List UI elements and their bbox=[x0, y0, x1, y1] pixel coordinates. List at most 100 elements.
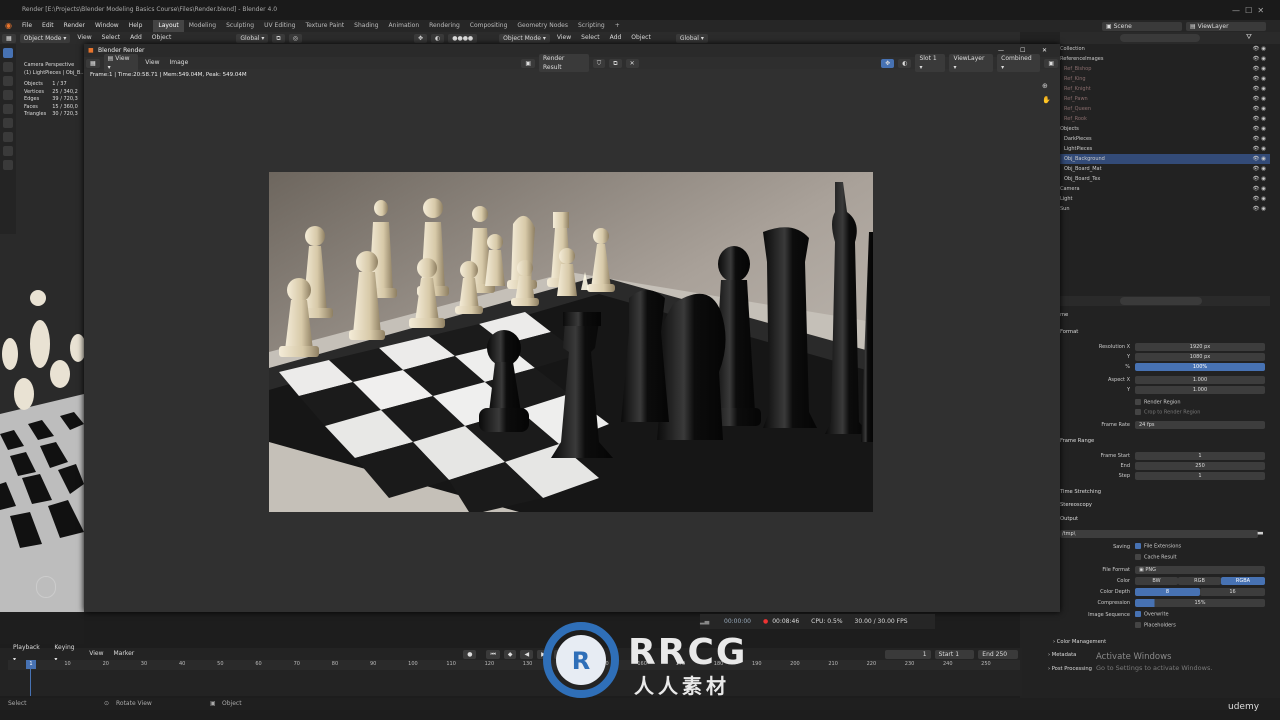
timeline-menu-view[interactable]: View bbox=[84, 648, 108, 660]
playhead[interactable]: 1 bbox=[26, 660, 36, 669]
visibility-toggle-icon[interactable]: 👁 ◉ bbox=[1252, 64, 1266, 74]
visibility-toggle-icon[interactable]: 👁 ◉ bbox=[1252, 134, 1266, 144]
image-name-field[interactable]: Render Result bbox=[539, 54, 589, 72]
transform-orientation-dropdown[interactable]: Global ▾ bbox=[236, 33, 269, 43]
visibility-toggle-icon[interactable]: 👁 ◉ bbox=[1252, 144, 1266, 154]
outliner-item[interactable]: Obj_Board_Tex 👁 ◉ bbox=[1060, 174, 1270, 184]
workspace-tab-compositing[interactable]: Compositing bbox=[465, 20, 513, 32]
frame-end-field[interactable]: 250 bbox=[1135, 462, 1265, 470]
visibility-toggle-icon[interactable]: 👁 ◉ bbox=[1252, 94, 1266, 104]
view-layer-dropdown[interactable]: ViewLayer ▾ bbox=[949, 54, 994, 72]
section-frame-range[interactable]: Frame Range bbox=[1060, 438, 1094, 444]
compression-slider[interactable]: 15% bbox=[1135, 599, 1265, 607]
section-post-processing[interactable]: › Post Processing bbox=[1048, 666, 1092, 672]
viewport2-menu-view[interactable]: View bbox=[552, 32, 576, 44]
color-rgba-button[interactable]: RGBA bbox=[1221, 577, 1265, 585]
zoom-icon[interactable]: ⊕ bbox=[1042, 82, 1048, 90]
menu-help[interactable]: Help bbox=[124, 20, 148, 32]
viewport-menu-object[interactable]: Object bbox=[147, 32, 177, 44]
visibility-toggle-icon[interactable]: 👁 ◉ bbox=[1252, 44, 1266, 54]
jump-keyframe-back-button[interactable]: ◆ bbox=[503, 649, 517, 659]
outliner-item[interactable]: Obj_Board_Mat 👁 ◉ bbox=[1060, 164, 1270, 174]
section-metadata[interactable]: › Metadata bbox=[1048, 652, 1076, 658]
outliner-item[interactable]: Light 👁 ◉ bbox=[1060, 194, 1270, 204]
visibility-toggle-icon[interactable]: 👁 ◉ bbox=[1252, 204, 1266, 214]
rotate-tool-icon[interactable] bbox=[3, 90, 13, 100]
window-controls[interactable]: — ☐ ✕ bbox=[1232, 6, 1264, 15]
scale-tool-icon[interactable] bbox=[3, 104, 13, 114]
transform-tool-icon[interactable] bbox=[3, 118, 13, 128]
viewport2-menu-add[interactable]: Add bbox=[605, 32, 627, 44]
color-rgb-button[interactable]: RGB bbox=[1178, 577, 1221, 585]
frame-start-field[interactable]: 1 bbox=[1135, 452, 1265, 460]
menu-render[interactable]: Render bbox=[59, 20, 90, 32]
menu-file[interactable]: File bbox=[17, 20, 37, 32]
object-mode-dropdown[interactable]: Object Mode ▾ bbox=[19, 33, 71, 43]
image-view-dropdown[interactable]: ▤ View ▾ bbox=[103, 54, 139, 72]
pan-hand-icon[interactable]: ✋ bbox=[1042, 96, 1051, 104]
viewport-menu-select[interactable]: Select bbox=[97, 32, 126, 44]
resolution-x-field[interactable]: 1920 px bbox=[1135, 343, 1265, 351]
outliner-item[interactable]: Objects 👁 ◉ bbox=[1060, 124, 1270, 134]
workspace-tab-scripting[interactable]: Scripting bbox=[573, 20, 610, 32]
viewport-menu-view[interactable]: View bbox=[72, 32, 96, 44]
workspace-tab-animation[interactable]: Animation bbox=[384, 20, 425, 32]
visibility-toggle-icon[interactable]: 👁 ◉ bbox=[1252, 184, 1266, 194]
output-path-field[interactable]: /tmp\ bbox=[1060, 530, 1258, 538]
move-tool-icon[interactable] bbox=[3, 76, 13, 86]
outliner-search-input[interactable] bbox=[1120, 34, 1200, 42]
visibility-toggle-icon[interactable]: 👁 ◉ bbox=[1252, 74, 1266, 84]
visibility-toggle-icon[interactable]: 👁 ◉ bbox=[1252, 114, 1266, 124]
cache-result-checkbox[interactable]: Cache Result bbox=[1135, 554, 1177, 561]
outliner-item[interactable]: Ref_Rook 👁 ◉ bbox=[1060, 114, 1270, 124]
outliner-item[interactable]: Ref_Knight 👁 ◉ bbox=[1060, 84, 1270, 94]
workspace-tab-geometry-nodes[interactable]: Geometry Nodes bbox=[512, 20, 573, 32]
outliner-item[interactable]: Ref_Bishop 👁 ◉ bbox=[1060, 64, 1270, 74]
image-fake-user-icon[interactable]: ⛉ bbox=[592, 58, 606, 68]
overlay-toggle-icon[interactable]: ◐ bbox=[430, 33, 445, 43]
snap-icon[interactable]: ⧉ bbox=[272, 33, 285, 43]
display-channels-icon[interactable]: ▣ bbox=[1044, 58, 1058, 68]
outliner-item[interactable]: Camera 👁 ◉ bbox=[1060, 184, 1270, 194]
workspace-tab-layout[interactable]: Layout bbox=[153, 20, 184, 32]
annotate-tool-icon[interactable] bbox=[3, 132, 13, 142]
jump-start-button[interactable]: ⏮ bbox=[486, 649, 500, 659]
viewport-menu-add[interactable]: Add bbox=[125, 32, 147, 44]
scene-selector[interactable]: ▣ Scene bbox=[1102, 21, 1182, 31]
render-window-close-button[interactable]: ✕ bbox=[1042, 44, 1047, 57]
visibility-toggle-icon[interactable]: 👁 ◉ bbox=[1252, 104, 1266, 114]
aspect-x-field[interactable]: 1.000 bbox=[1135, 376, 1265, 384]
filter-icon[interactable]: ⛛ bbox=[1246, 33, 1252, 42]
outliner-item[interactable]: Obj_Background 👁 ◉ bbox=[1060, 154, 1270, 164]
section-stereoscopy[interactable]: Stereoscopy bbox=[1060, 502, 1092, 508]
gizmo-toggle-icon[interactable]: ✥ bbox=[413, 33, 427, 43]
image-browse-button[interactable]: ▣ bbox=[521, 58, 536, 68]
section-time-stretching[interactable]: Time Stretching bbox=[1060, 489, 1101, 495]
placeholders-checkbox[interactable]: Placeholders bbox=[1135, 622, 1176, 629]
outliner-item[interactable]: Ref_Pawn 👁 ◉ bbox=[1060, 94, 1270, 104]
auto-keying-button[interactable]: ● bbox=[463, 649, 477, 659]
object-mode-dropdown-right[interactable]: Object Mode ▾ bbox=[499, 33, 550, 43]
visibility-toggle-icon[interactable]: 👁 ◉ bbox=[1252, 54, 1266, 64]
crop-region-checkbox[interactable]: Crop to Render Region bbox=[1135, 409, 1200, 416]
view-layer-selector[interactable]: ▤ ViewLayer bbox=[1186, 21, 1266, 31]
shading-modes-icon[interactable]: ●●●● bbox=[448, 33, 478, 43]
workspace-tab-sculpting[interactable]: Sculpting bbox=[221, 20, 259, 32]
overlay-icon[interactable]: ◐ bbox=[898, 58, 912, 68]
outliner-item[interactable]: ReferenceImages 👁 ◉ bbox=[1060, 54, 1270, 64]
cursor-tool-icon[interactable] bbox=[3, 62, 13, 72]
file-extensions-checkbox[interactable]: File Extensions bbox=[1135, 543, 1181, 550]
measure-tool-icon[interactable] bbox=[3, 146, 13, 156]
slot-dropdown[interactable]: Slot 1 ▾ bbox=[915, 54, 946, 72]
section-output[interactable]: Output bbox=[1060, 516, 1078, 522]
section-format[interactable]: Format bbox=[1060, 329, 1078, 335]
pass-dropdown[interactable]: Combined ▾ bbox=[997, 54, 1041, 72]
current-frame-field[interactable]: 1 bbox=[884, 649, 931, 659]
timeline-menu-marker[interactable]: Marker bbox=[109, 648, 140, 660]
properties-search-input[interactable] bbox=[1120, 297, 1202, 305]
image-unlink-icon[interactable]: ✕ bbox=[625, 58, 639, 68]
section-color-management[interactable]: › Color Management bbox=[1053, 639, 1106, 645]
select-tool-icon[interactable] bbox=[3, 48, 13, 58]
blender-logo-icon[interactable]: ◉ bbox=[0, 20, 17, 32]
menu-window[interactable]: Window bbox=[90, 20, 124, 32]
